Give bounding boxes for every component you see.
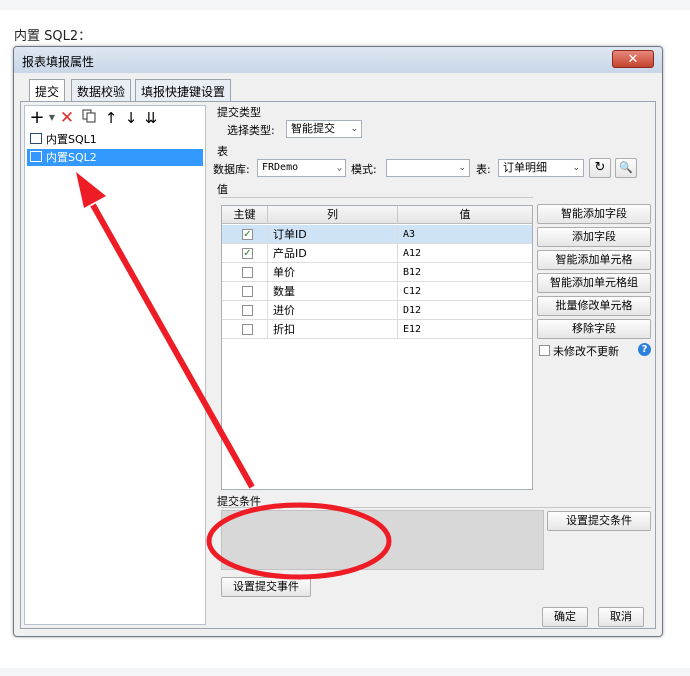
refresh-icon[interactable]: ↻ (589, 158, 611, 178)
primary-key-checkbox[interactable]: ✓ (242, 229, 253, 240)
report-fill-properties-dialog: 报表填报属性 ✕ 提交 数据校验 填报快捷键设置 + ▼ ✕ ↑ ↓ ⇊ 内置S… (13, 46, 663, 637)
column-cell: 折扣 (268, 320, 398, 339)
table-header: 主键 列 值 (222, 206, 532, 224)
value-cell[interactable]: E12 (398, 320, 532, 339)
table-icon (30, 133, 42, 144)
column-cell: 进价 (268, 301, 398, 320)
arrow-up-icon[interactable]: ↑ (102, 109, 120, 127)
sql-list-panel: + ▼ ✕ ↑ ↓ ⇊ 内置SQL1 内置SQL2 (24, 105, 206, 625)
table-value: 订单明细 (503, 161, 547, 174)
table-row[interactable]: 单价 B12 (222, 263, 532, 282)
select-type-label: 选择类型: (227, 124, 275, 137)
sort-icon[interactable]: ⇊ (142, 109, 160, 127)
tab-submit[interactable]: 提交 (29, 79, 66, 102)
page-bottom-strip (0, 668, 690, 676)
dialog-body: 提交 数据校验 填报快捷键设置 + ▼ ✕ ↑ ↓ ⇊ 内置SQL1 内置SQL… (20, 79, 656, 629)
column-cell: 订单ID (268, 225, 398, 244)
database-value: FRDemo (262, 162, 299, 173)
table-section-label: 表 (217, 145, 228, 158)
primary-key-checkbox[interactable] (242, 286, 253, 297)
smart-add-cell-group-button[interactable]: 智能添加单元格组 (537, 273, 651, 293)
page-heading: 内置 SQL2： (14, 29, 92, 44)
chevron-down-icon: ⌄ (458, 163, 466, 173)
database-select[interactable]: FRDemo ⌄ (257, 159, 346, 177)
submit-type-value: 智能提交 (291, 122, 335, 135)
primary-key-checkbox[interactable]: ✓ (242, 248, 253, 259)
table-row[interactable]: ✓ 产品ID A12 (222, 244, 532, 263)
key-cell (222, 263, 268, 282)
table-row[interactable]: 数量 C12 (222, 282, 532, 301)
values-section-label: 值 (217, 183, 228, 196)
value-cell[interactable]: D12 (398, 301, 532, 320)
cancel-button[interactable]: 取消 (598, 607, 644, 627)
preview-icon[interactable]: 🔍 (615, 158, 637, 178)
tree-item-label: 内置SQL2 (46, 151, 97, 164)
table-row[interactable]: ✓ 订单ID A3 (222, 225, 532, 244)
primary-key-checkbox[interactable] (242, 305, 253, 316)
batch-modify-cell-button[interactable]: 批量修改单元格 (537, 296, 651, 316)
set-submit-event-button[interactable]: 设置提交事件 (221, 577, 311, 597)
tree-item-label: 内置SQL1 (46, 133, 97, 146)
add-field-button[interactable]: 添加字段 (537, 227, 651, 247)
smart-add-field-button[interactable]: 智能添加字段 (537, 204, 651, 224)
column-header-value: 值 (459, 208, 471, 221)
chevron-down-icon: ⌄ (572, 163, 580, 173)
primary-key-checkbox[interactable] (242, 267, 253, 278)
arrow-down-icon[interactable]: ↓ (122, 109, 140, 127)
key-cell: ✓ (222, 225, 268, 244)
table-label: 表: (476, 163, 491, 176)
column-cell: 数量 (268, 282, 398, 301)
chevron-down-icon: ⌄ (336, 163, 342, 173)
table-icon (30, 151, 42, 162)
key-cell (222, 301, 268, 320)
page-top-strip (0, 0, 690, 10)
column-header-column: 列 (268, 206, 398, 224)
set-submit-condition-button[interactable]: 设置提交条件 (547, 511, 651, 531)
dialog-title: 报表填报属性 (22, 55, 95, 69)
remove-field-button[interactable]: 移除字段 (537, 319, 651, 339)
chevron-down-icon: ⌄ (350, 124, 358, 134)
submit-tab-panel: + ▼ ✕ ↑ ↓ ⇊ 内置SQL1 内置SQL2 提交类型 选择类型: 智能提… (20, 101, 656, 629)
value-cell[interactable]: A3 (398, 225, 532, 244)
help-icon[interactable]: ? (638, 343, 651, 356)
tab-data-validation[interactable]: 数据校验 (71, 79, 132, 101)
column-header-key: 主键 (222, 206, 268, 224)
table-row[interactable]: 折扣 E12 (222, 320, 532, 339)
submit-type-section-label: 提交类型 (217, 106, 261, 119)
field-mapping-table: 主键 列 值 ✓ 订单ID A3 ✓ 产品ID A12 单价 B12 数量 C12 进价 D12 折扣 E… (221, 205, 533, 490)
ok-button[interactable]: 确定 (542, 607, 588, 627)
key-cell: ✓ (222, 244, 268, 263)
no-update-checkbox[interactable] (539, 345, 550, 356)
divider (221, 197, 533, 198)
value-cell[interactable]: C12 (398, 282, 532, 301)
copy-icon[interactable] (80, 109, 98, 127)
table-select[interactable]: 订单明细 ⌄ (498, 159, 584, 177)
mode-label: 模式: (351, 163, 377, 176)
mode-select[interactable]: ⌄ (386, 159, 470, 177)
key-cell (222, 282, 268, 301)
smart-add-cell-button[interactable]: 智能添加单元格 (537, 250, 651, 270)
column-cell: 产品ID (268, 244, 398, 263)
no-update-label: 未修改不更新 (553, 345, 619, 358)
delete-x-icon[interactable]: ✕ (58, 109, 76, 127)
submit-type-select[interactable]: 智能提交 ⌄ (286, 120, 362, 138)
tree-item-sql1[interactable]: 内置SQL1 (27, 131, 203, 148)
value-cell[interactable]: B12 (398, 263, 532, 282)
key-cell (222, 320, 268, 339)
submit-condition-area[interactable] (221, 510, 544, 570)
database-label: 数据库: (213, 163, 250, 176)
close-button[interactable]: ✕ (612, 50, 654, 68)
divider (221, 507, 651, 508)
primary-key-checkbox[interactable] (242, 324, 253, 335)
table-row[interactable]: 进价 D12 (222, 301, 532, 320)
dialog-titlebar: 报表填报属性 ✕ (14, 47, 662, 73)
value-cell[interactable]: A12 (398, 244, 532, 263)
tab-shortcut-settings[interactable]: 填报快捷键设置 (135, 79, 232, 101)
submit-properties-panel: 提交类型 选择类型: 智能提交 ⌄ 表 数据库: FRDemo ⌄ 模式: ⌄ 表:… (211, 105, 651, 625)
column-cell: 单价 (268, 263, 398, 282)
tree-item-sql2[interactable]: 内置SQL2 (27, 149, 203, 166)
